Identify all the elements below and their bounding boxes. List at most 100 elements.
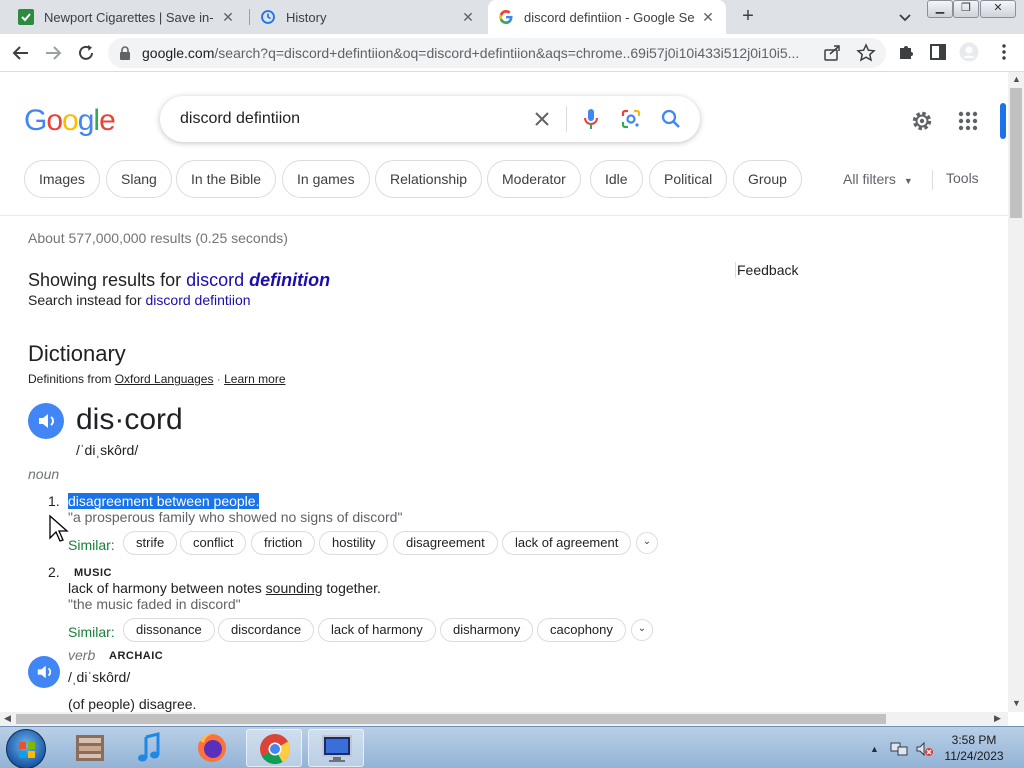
synonym-chip[interactable]: lack of agreement xyxy=(502,531,632,555)
restore-button[interactable]: ❐ xyxy=(953,0,979,18)
sense-example: "a prosperous family who showed no signs… xyxy=(68,509,403,525)
search-input[interactable]: discord defintiion xyxy=(180,110,300,128)
expand-synonyms-chevron-icon[interactable]: ⌄ xyxy=(636,532,658,554)
chip-slang[interactable]: Slang xyxy=(106,160,172,198)
side-panel-icon[interactable] xyxy=(928,42,948,62)
chip-in-games[interactable]: In games xyxy=(282,160,370,198)
close-tab-icon[interactable]: ✕ xyxy=(460,9,476,25)
url-domain: google.com xyxy=(142,45,215,61)
tab-history[interactable]: History ✕ xyxy=(250,0,486,34)
close-tab-icon[interactable]: ✕ xyxy=(220,9,236,25)
similar-label: Similar: xyxy=(68,537,115,553)
taskbar-chrome[interactable] xyxy=(246,729,302,767)
horizontal-scrollbar[interactable]: ◀ ▶ xyxy=(0,712,1008,726)
pronounce-verb-speaker-button[interactable] xyxy=(28,656,60,688)
address-bar[interactable]: google.com/search?q=discord+defintiion&o… xyxy=(108,38,886,68)
chip-relationship[interactable]: Relationship xyxy=(375,160,483,198)
reload-icon[interactable] xyxy=(75,42,97,64)
more-menu-icon[interactable] xyxy=(994,42,1014,62)
chip-in-the-bible[interactable]: In the Bible xyxy=(176,160,277,198)
verb-pronunciation: /ˌdiˈskôrd/ xyxy=(68,669,131,685)
taskbar-firefox[interactable] xyxy=(184,729,240,767)
vertical-scroll-thumb[interactable] xyxy=(1010,88,1022,218)
back-icon[interactable] xyxy=(10,42,32,64)
definition-prefix: lack of harmony between notes xyxy=(68,580,266,596)
tab-label: History xyxy=(286,9,327,25)
sounding-link[interactable]: sounding xyxy=(266,580,323,596)
sign-in-accent-edge[interactable] xyxy=(1000,103,1006,139)
show-hidden-icons-arrow[interactable]: ▲ xyxy=(870,744,879,754)
synonym-chip[interactable]: lack of harmony xyxy=(318,618,436,642)
original-query-link[interactable]: discord defintiion xyxy=(146,292,251,308)
url-text[interactable]: google.com/search?q=discord+defintiion&o… xyxy=(142,45,822,61)
start-button-windows-icon[interactable] xyxy=(6,729,46,768)
forward-icon[interactable] xyxy=(42,42,64,64)
share-icon[interactable] xyxy=(823,44,841,62)
volume-muted-icon[interactable] xyxy=(914,740,934,758)
scroll-left-arrow-icon[interactable]: ◀ xyxy=(4,713,11,724)
speaker-icon xyxy=(37,665,52,679)
windows-logo-icon xyxy=(19,742,35,758)
synonym-chip[interactable]: dissonance xyxy=(123,618,215,642)
scroll-up-arrow-icon[interactable]: ▲ xyxy=(1012,74,1021,84)
taskbar-itunes[interactable] xyxy=(122,729,178,767)
scroll-right-arrow-icon[interactable]: ▶ xyxy=(994,713,1001,724)
tab-search-chevron-icon[interactable] xyxy=(896,8,914,26)
feedback-link[interactable]: Feedback xyxy=(735,262,798,278)
learn-more-link[interactable]: Learn more xyxy=(224,372,285,386)
profile-avatar-icon[interactable] xyxy=(959,42,979,62)
horizontal-scroll-thumb[interactable] xyxy=(16,714,886,724)
gear-icon[interactable] xyxy=(910,109,934,133)
search-box[interactable]: discord defintiion xyxy=(160,96,700,142)
archaic-tag: ARCHAIC xyxy=(109,650,164,662)
microphone-icon[interactable] xyxy=(581,108,601,130)
pronounce-speaker-button[interactable] xyxy=(28,403,64,439)
oxford-languages-link[interactable]: Oxford Languages xyxy=(115,372,214,386)
bookmark-star-icon[interactable] xyxy=(856,43,876,63)
synonym-chip[interactable]: disharmony xyxy=(440,618,534,642)
chip-group[interactable]: Group xyxy=(733,160,802,198)
close-window-button[interactable]: ✕ xyxy=(980,0,1016,18)
url-path: /search?q=discord+defintiion&oq=discord+… xyxy=(214,45,800,61)
chip-political[interactable]: Political xyxy=(649,160,728,198)
remote-desktop-icon xyxy=(322,735,352,762)
synonym-chip[interactable]: disagreement xyxy=(393,531,498,555)
minimize-button[interactable]: ▁ xyxy=(927,0,953,18)
synonym-chip[interactable]: hostility xyxy=(319,531,389,555)
tools-button[interactable]: Tools xyxy=(946,170,979,186)
vertical-scrollbar[interactable]: ▲ ▼ xyxy=(1008,72,1024,712)
new-tab-button[interactable]: + xyxy=(737,5,759,29)
close-tab-icon[interactable]: ✕ xyxy=(700,9,716,25)
search-divider xyxy=(566,106,567,132)
definition-suffix: together. xyxy=(322,580,381,596)
clear-icon[interactable] xyxy=(532,109,552,129)
chip-moderator[interactable]: Moderator xyxy=(487,160,581,198)
corrected-query-link[interactable]: discord definition xyxy=(186,270,330,290)
synonym-chip[interactable]: discordance xyxy=(218,618,315,642)
google-apps-grid-icon[interactable] xyxy=(957,110,979,132)
extensions-puzzle-icon[interactable] xyxy=(896,42,916,62)
search-icon[interactable] xyxy=(660,108,682,130)
scroll-down-arrow-icon[interactable]: ▼ xyxy=(1012,698,1021,708)
expand-synonyms-chevron-icon[interactable]: ⌄ xyxy=(631,619,653,641)
all-filters-button[interactable]: All filters ▼ xyxy=(843,171,913,187)
dictionary-source: Definitions from Oxford Languages · Lear… xyxy=(28,372,286,386)
taskbar-file-manager[interactable] xyxy=(62,729,118,767)
verb-definition: (of people) disagree. xyxy=(68,696,197,712)
taskbar-remote-desktop[interactable] xyxy=(308,729,364,767)
tab-newport[interactable]: Newport Cigarettes | Save in-sto ✕ xyxy=(8,0,246,34)
synonym-chip[interactable]: cacophony xyxy=(537,618,626,642)
tab-google-search[interactable]: discord defintiion - Google Searc ✕ xyxy=(488,0,726,34)
synonym-chip[interactable]: strife xyxy=(123,531,178,555)
synonym-chip[interactable]: conflict xyxy=(180,531,247,555)
google-logo[interactable]: Google xyxy=(24,104,116,138)
synonym-chip[interactable]: friction xyxy=(251,531,316,555)
chip-images[interactable]: Images xyxy=(24,160,100,198)
google-lens-icon[interactable] xyxy=(620,108,642,130)
chip-idle[interactable]: Idle xyxy=(590,160,643,198)
music-tag: MUSIC xyxy=(74,567,112,579)
system-clock[interactable]: 3:58 PM 11/24/2023 xyxy=(938,732,1010,764)
lock-icon[interactable] xyxy=(118,45,132,61)
showing-results-for: Showing results for discord definition xyxy=(28,270,330,291)
network-icon[interactable] xyxy=(889,740,909,758)
